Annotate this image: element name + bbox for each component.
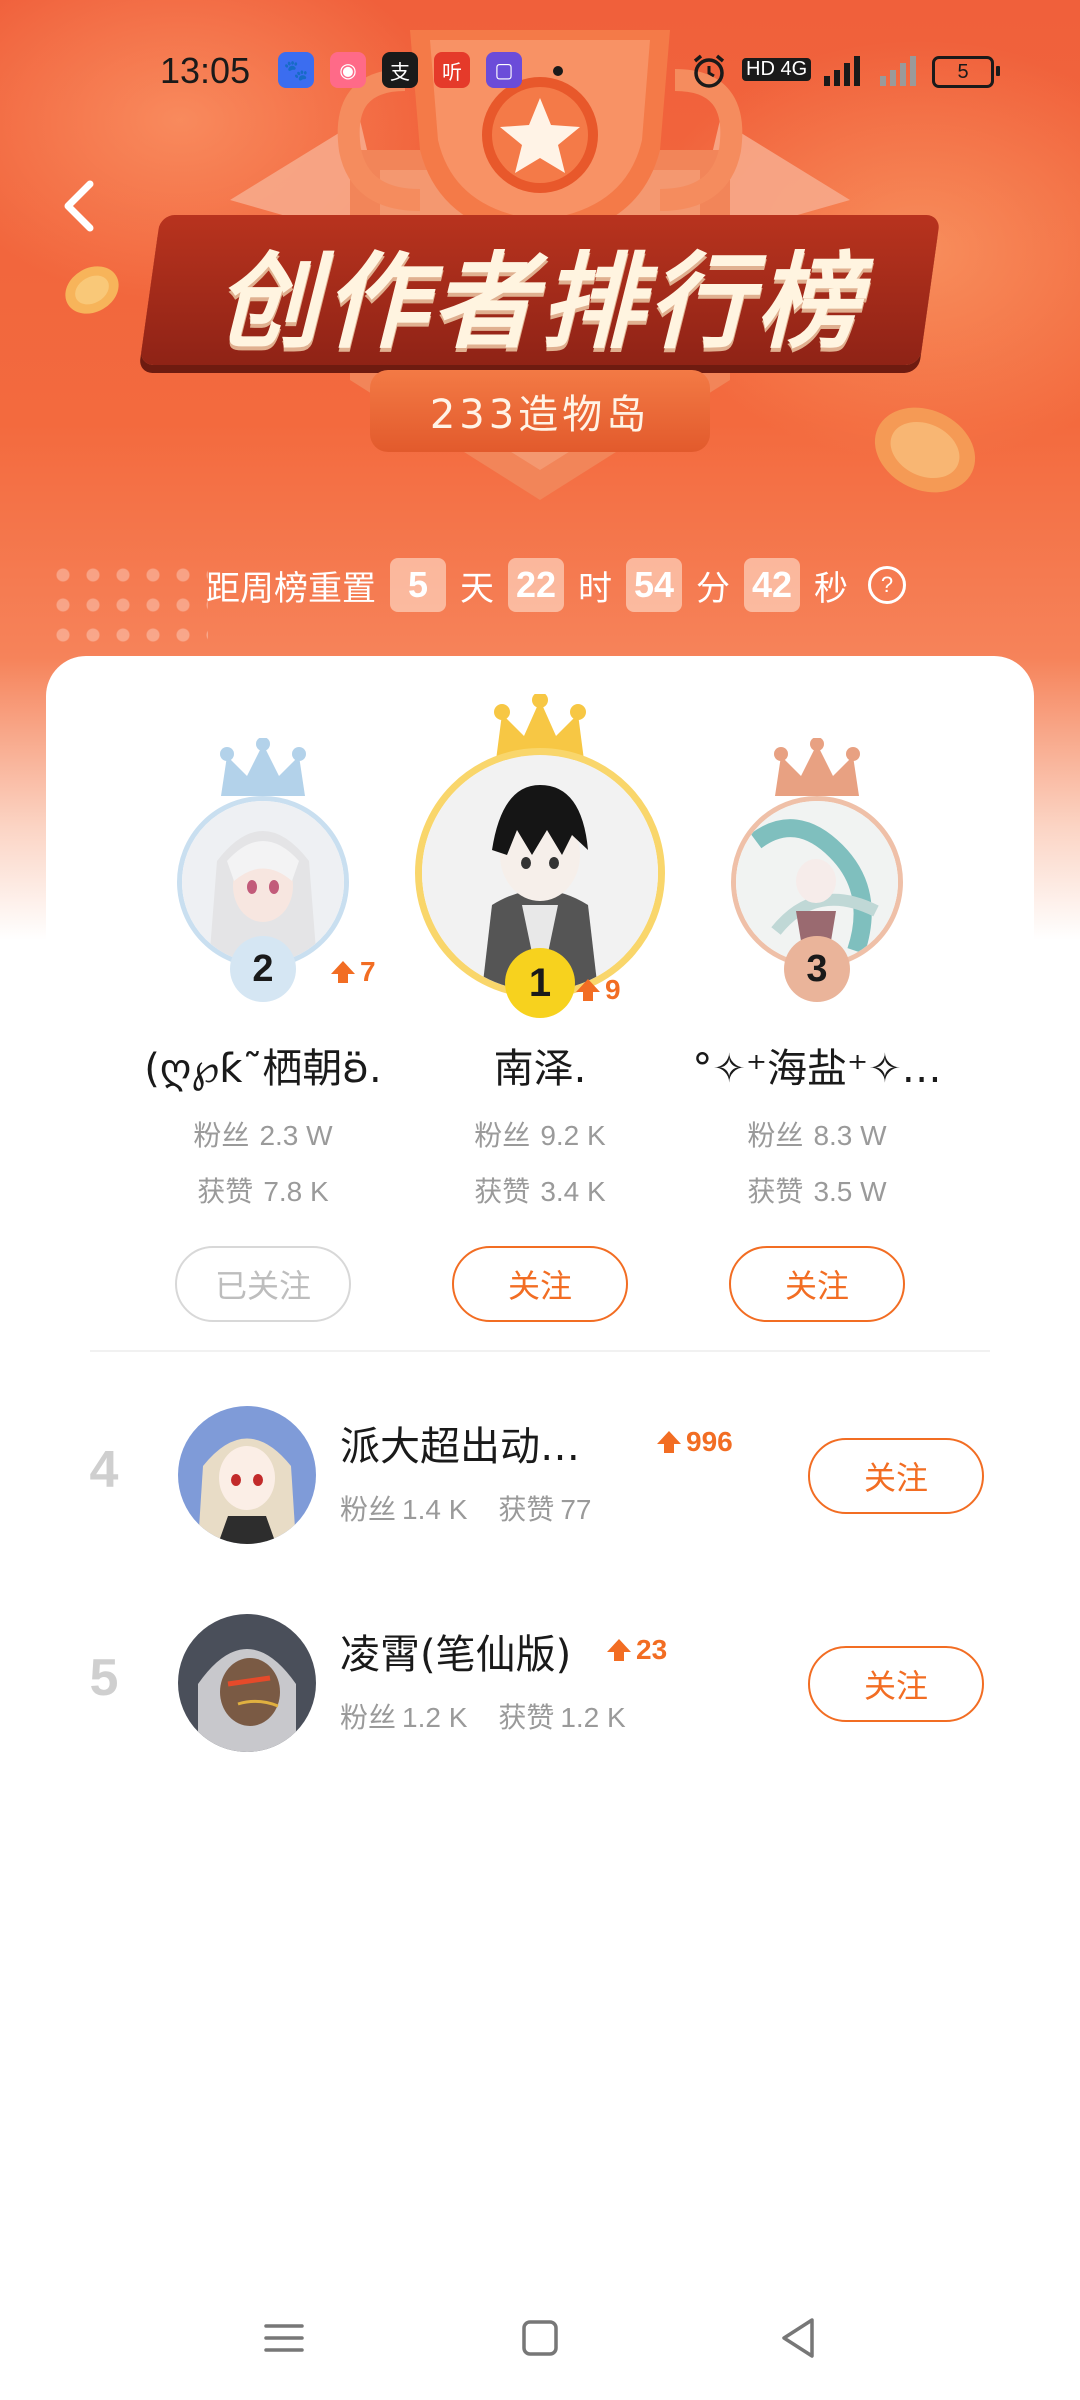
- followed-button[interactable]: 已关注: [175, 1246, 351, 1322]
- decorative-dots: [48, 560, 208, 650]
- likes-stat: 获赞 3.5 W: [652, 1170, 982, 1210]
- follow-button[interactable]: 关注: [808, 1438, 984, 1514]
- rank-trend: 9: [575, 974, 621, 1006]
- likes-value: 1.2 K: [560, 1702, 626, 1733]
- fans-value: 2.3 W: [259, 1120, 333, 1151]
- alarm-icon: [693, 54, 725, 88]
- creator-name[interactable]: 凌霄(笔仙版): [340, 1622, 571, 1680]
- fans-label: 粉丝: [340, 1493, 397, 1526]
- fans-label: 粉丝: [340, 1701, 397, 1734]
- home-icon[interactable]: [510, 2308, 570, 2368]
- rank-trend: 23: [606, 1634, 667, 1666]
- follow-button[interactable]: 关注: [729, 1246, 905, 1322]
- creator-name[interactable]: °✧⁺海盐⁺✧…: [652, 1036, 982, 1094]
- top3-podium: 2 7 (ღ℘ƙ˜栖朝ʚ̈. 粉丝 2.3 W 获赞 7.8 K 已关注 1 9…: [46, 656, 1034, 1356]
- rank-trend: 996: [656, 1426, 733, 1458]
- fans-label: 粉丝: [747, 1119, 804, 1152]
- rank-number: 4: [89, 1441, 119, 1499]
- fans-label: 粉丝: [193, 1119, 250, 1152]
- rank-number: 5: [89, 1649, 119, 1707]
- avatar[interactable]: [178, 1614, 316, 1752]
- countdown-seconds: 42: [744, 558, 800, 612]
- notification-dot-icon: [553, 66, 563, 76]
- countdown-days-unit: 天: [460, 568, 494, 609]
- countdown-seconds-unit: 秒: [814, 568, 848, 609]
- page-title: 创作者排行榜: [215, 240, 864, 363]
- arrow-up-icon: [576, 979, 600, 1001]
- arrow-up-icon: [657, 1431, 681, 1453]
- follow-button[interactable]: 关注: [808, 1646, 984, 1722]
- creator-name[interactable]: 派大超出动…: [340, 1414, 580, 1472]
- countdown-label: 距周榜重置: [206, 568, 376, 609]
- countdown-minutes-unit: 分: [696, 568, 730, 609]
- likes-value: 77: [560, 1494, 592, 1525]
- back-arrow-icon[interactable]: [52, 176, 112, 236]
- fans-value: 1.4 K: [402, 1494, 468, 1525]
- list-item[interactable]: 5 凌霄(笔仙版) 23 粉丝 1.2 K 获赞 1.2 K 关注: [46, 1604, 1034, 1764]
- rank-trend-value: 7: [360, 956, 376, 987]
- chat-icon: ▢: [486, 52, 522, 88]
- likes-label: 获赞: [197, 1175, 254, 1208]
- rank-trend: 7: [330, 956, 376, 988]
- countdown-hours-unit: 时: [578, 568, 612, 609]
- fans-value: 8.3 W: [813, 1120, 887, 1151]
- countdown-hours: 22: [508, 558, 564, 612]
- fans-value: 9.2 K: [540, 1120, 606, 1151]
- list-item[interactable]: 4 派大超出动… 996 粉丝 1.4 K 获赞 77 关注: [46, 1396, 1034, 1556]
- countdown-days: 5: [390, 558, 446, 612]
- rank-badge: 1: [505, 948, 575, 1018]
- page-subtitle: 233造物岛: [370, 370, 710, 452]
- silver-crown-icon: [220, 738, 306, 796]
- album-icon: ◉: [330, 52, 366, 88]
- fans-value: 1.2 K: [402, 1702, 468, 1733]
- creator-stats: 粉丝 1.4 K 获赞 77: [340, 1488, 613, 1528]
- likes-value: 3.5 W: [813, 1176, 887, 1207]
- rank-badge: 2: [230, 936, 296, 1002]
- rank-trend-value: 9: [605, 974, 621, 1005]
- arrow-up-icon: [331, 961, 355, 983]
- alipay-icon: 支: [382, 52, 418, 88]
- help-icon[interactable]: ?: [868, 566, 906, 604]
- likes-label: 获赞: [498, 1493, 555, 1526]
- rank-badge: 3: [784, 936, 850, 1002]
- creator-stats: 粉丝 1.2 K 获赞 1.2 K: [340, 1696, 648, 1736]
- status-bar: 13:05 🐾 ◉ 支 听 ▢ HD 4G 5: [0, 0, 1080, 140]
- rank-trend-value: 23: [636, 1634, 668, 1665]
- ranking-card: 2 7 (ღ℘ƙ˜栖朝ʚ̈. 粉丝 2.3 W 获赞 7.8 K 已关注 1 9…: [46, 656, 1034, 1800]
- signal-weak-icon: [880, 56, 916, 86]
- system-nav-bar: [0, 2280, 1080, 2400]
- menu-icon[interactable]: [254, 2308, 314, 2368]
- fans-label: 粉丝: [474, 1119, 531, 1152]
- arrow-up-icon: [607, 1639, 631, 1661]
- reset-countdown: 距周榜重置 5 天 22 时 54 分 42 秒 ?: [206, 555, 906, 615]
- likes-value: 7.8 K: [263, 1176, 329, 1207]
- baidu-icon: 🐾: [278, 52, 314, 88]
- signal-icon: [824, 56, 860, 86]
- hd-indicator: HD 4G: [742, 58, 812, 81]
- battery-icon: 5: [932, 56, 1000, 88]
- bronze-crown-icon: [774, 738, 860, 796]
- rank-trend-value: 996: [686, 1426, 733, 1457]
- likes-label: 获赞: [498, 1701, 555, 1734]
- likes-label: 获赞: [747, 1175, 804, 1208]
- fans-stat: 粉丝 8.3 W: [652, 1114, 982, 1154]
- avatar[interactable]: [178, 1406, 316, 1544]
- countdown-minutes: 54: [626, 558, 682, 612]
- likes-label: 获赞: [474, 1175, 531, 1208]
- divider: [90, 1350, 990, 1352]
- likes-value: 3.4 K: [540, 1176, 606, 1207]
- back-icon[interactable]: [768, 2308, 828, 2368]
- listen-icon: 听: [434, 52, 470, 88]
- status-time: 13:05: [160, 50, 251, 91]
- follow-button[interactable]: 关注: [452, 1246, 628, 1322]
